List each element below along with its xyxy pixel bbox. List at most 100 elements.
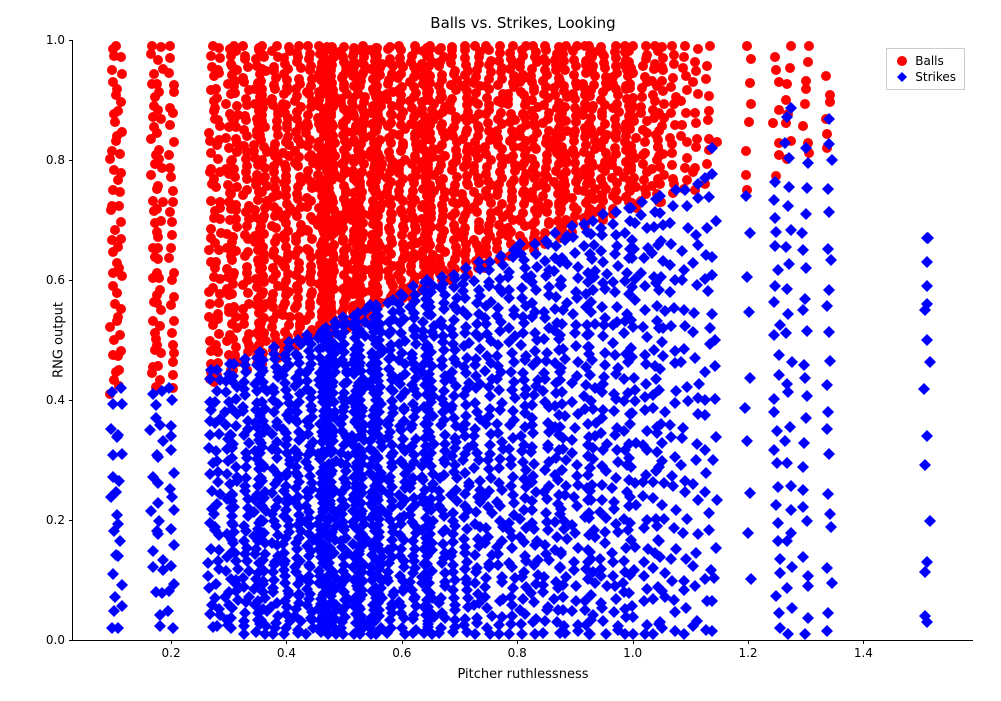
strikes-point xyxy=(463,377,475,389)
strikes-point xyxy=(277,369,289,381)
strikes-point xyxy=(651,300,663,312)
strikes-point xyxy=(228,501,240,513)
balls-point xyxy=(303,88,315,100)
strikes-point xyxy=(293,476,305,488)
balls-point xyxy=(368,162,380,174)
strikes-point xyxy=(439,375,451,387)
strikes-point xyxy=(386,457,398,469)
strikes-point xyxy=(329,316,341,328)
balls-point xyxy=(272,155,284,167)
balls-point xyxy=(599,62,611,74)
strikes-point xyxy=(588,271,600,283)
strikes-point xyxy=(321,460,333,472)
strikes-point xyxy=(422,519,434,531)
balls-point xyxy=(351,241,363,253)
strikes-point xyxy=(785,504,797,516)
balls-point xyxy=(318,292,330,304)
strikes-point xyxy=(355,446,367,458)
strikes-point xyxy=(647,476,659,488)
strikes-point xyxy=(437,538,449,550)
strikes-point xyxy=(327,435,339,447)
strikes-point xyxy=(221,528,233,540)
strikes-point xyxy=(422,405,434,417)
balls-point xyxy=(532,101,544,113)
strikes-point xyxy=(207,621,219,633)
balls-point xyxy=(420,238,432,250)
balls-point xyxy=(295,138,307,150)
balls-point xyxy=(393,288,405,300)
balls-point xyxy=(640,40,652,52)
strikes-point xyxy=(676,274,688,286)
balls-point xyxy=(515,215,527,227)
balls-point xyxy=(326,243,338,255)
balls-point xyxy=(552,215,564,227)
balls-point xyxy=(520,135,532,147)
balls-point xyxy=(232,356,244,368)
strikes-point xyxy=(459,292,471,304)
balls-point xyxy=(335,45,347,57)
strikes-point xyxy=(554,562,566,574)
balls-point xyxy=(313,136,325,148)
balls-point xyxy=(653,190,665,202)
balls-point xyxy=(291,90,303,102)
strikes-point xyxy=(459,467,471,479)
balls-point xyxy=(665,107,677,119)
balls-point xyxy=(420,67,432,79)
strikes-point xyxy=(647,402,659,414)
balls-point xyxy=(784,62,796,74)
strikes-point xyxy=(496,576,508,588)
balls-point xyxy=(408,276,420,288)
strikes-point xyxy=(422,418,434,430)
balls-point xyxy=(539,238,551,250)
strikes-point xyxy=(470,506,482,518)
balls-point xyxy=(353,289,365,301)
balls-point xyxy=(346,214,358,226)
balls-point xyxy=(352,322,364,334)
balls-point xyxy=(551,48,563,60)
balls-point xyxy=(369,274,381,286)
balls-point xyxy=(347,165,359,177)
balls-point xyxy=(164,162,176,174)
balls-point xyxy=(256,186,268,198)
balls-point xyxy=(370,251,382,263)
balls-point xyxy=(250,53,262,65)
strikes-point xyxy=(270,501,282,513)
strikes-point xyxy=(669,357,681,369)
balls-point xyxy=(113,364,125,376)
strikes-point xyxy=(168,539,180,551)
strikes-point xyxy=(367,453,379,465)
balls-point xyxy=(514,61,526,73)
balls-point xyxy=(227,364,239,376)
balls-point xyxy=(278,177,290,189)
balls-point xyxy=(421,50,433,62)
balls-point xyxy=(340,292,352,304)
balls-point xyxy=(269,138,281,150)
balls-point xyxy=(409,194,421,206)
balls-point xyxy=(147,315,159,327)
balls-point xyxy=(680,70,692,82)
balls-point xyxy=(340,281,352,293)
balls-point xyxy=(606,172,618,184)
strikes-point xyxy=(258,565,270,577)
balls-point xyxy=(338,168,350,180)
strikes-point xyxy=(497,443,509,455)
strikes-point xyxy=(357,451,369,463)
strikes-point xyxy=(585,553,597,565)
strikes-point xyxy=(461,556,473,568)
balls-point xyxy=(354,176,366,188)
balls-point xyxy=(231,100,243,112)
strikes-point xyxy=(461,584,473,596)
balls-point xyxy=(335,97,347,109)
balls-point xyxy=(148,68,160,80)
balls-point xyxy=(527,163,539,175)
balls-point xyxy=(421,265,433,277)
balls-point xyxy=(518,72,530,84)
strikes-point xyxy=(152,451,164,463)
strikes-point xyxy=(229,547,241,559)
strikes-point xyxy=(597,444,609,456)
strikes-point xyxy=(462,442,474,454)
strikes-point xyxy=(313,530,325,542)
strikes-point xyxy=(625,202,637,214)
strikes-point xyxy=(282,585,294,597)
strikes-point xyxy=(612,526,624,538)
